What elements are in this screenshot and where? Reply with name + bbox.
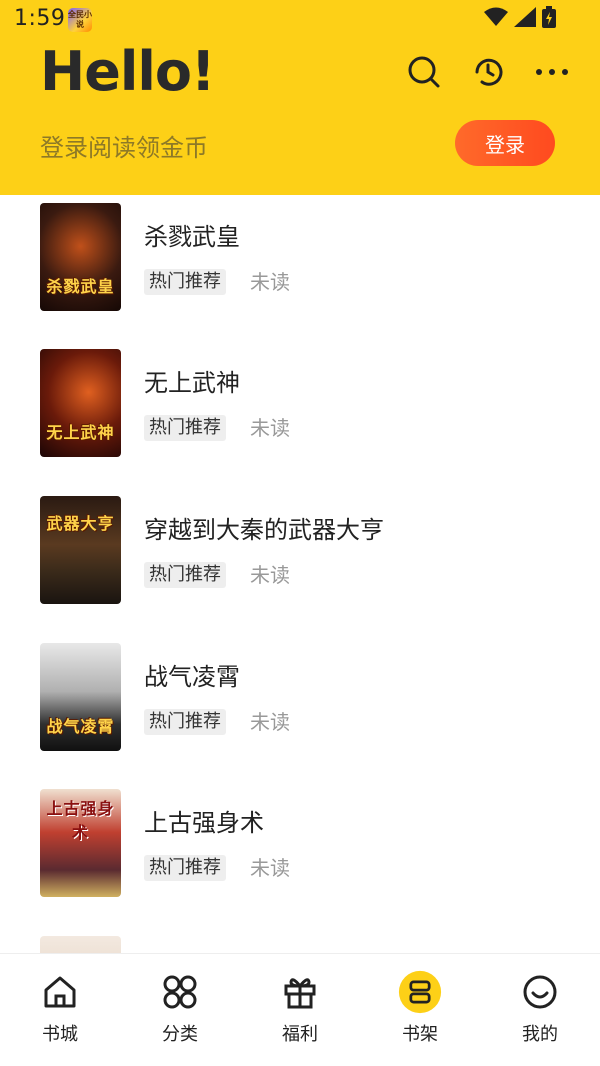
status-bar: 1:59 全民小说 [0, 0, 600, 40]
cover-title-art: 杀戮武皇 [46, 277, 115, 296]
status-time: 1:59 [14, 6, 66, 31]
bottom-navigation: 书城 分类 福利 书架 我的 [0, 953, 600, 1066]
book-cover[interactable]: 战气凌霄 [40, 643, 121, 751]
more-icon[interactable] [534, 54, 570, 90]
book-tag: 热门推荐 [144, 709, 226, 735]
book-item[interactable]: 杀戮武皇 杀戮武皇 热门推荐 未读 [0, 195, 600, 341]
read-status: 未读 [250, 563, 290, 587]
book-title[interactable]: 杀戮武皇 [144, 217, 240, 252]
book-tag: 热门推荐 [144, 269, 226, 295]
book-cover[interactable] [40, 936, 121, 953]
profile-icon [518, 970, 562, 1014]
cover-title-art: 武器大亨 [46, 514, 115, 533]
read-status: 未读 [250, 710, 290, 734]
book-cover[interactable]: 杀戮武皇 [40, 203, 121, 311]
book-cover[interactable]: 无上武神 [40, 349, 121, 457]
cover-title-art: 无上武神 [46, 423, 115, 442]
book-title[interactable]: 无上武神 [144, 363, 240, 398]
wifi-icon [484, 7, 508, 31]
history-icon[interactable] [470, 54, 506, 90]
system-icons [484, 6, 556, 32]
header: 1:59 全民小说 Hello! 登录阅读领金币 登录 [0, 0, 600, 195]
nav-item-welfare[interactable]: 福利 [240, 970, 360, 1060]
read-status: 未读 [250, 270, 290, 294]
read-status: 未读 [250, 416, 290, 440]
nav-label: 书架 [402, 1024, 438, 1045]
book-title[interactable]: 穿越到大秦的武器大亨 [144, 510, 384, 545]
book-item[interactable]: 武器大亨 穿越到大秦的武器大亨 热门推荐 未读 [0, 488, 600, 634]
cover-title-art: 战气凌霄 [46, 717, 115, 736]
nav-item-bookstore[interactable]: 书城 [0, 970, 120, 1060]
home-icon [38, 970, 82, 1014]
book-title[interactable]: 上古强身术 [144, 803, 264, 838]
book-tag: 热门推荐 [144, 562, 226, 588]
login-button[interactable]: 登录 [455, 120, 555, 166]
header-actions [406, 54, 570, 90]
cover-title-art: 上古强身术 [46, 799, 115, 842]
nav-item-bookshelf[interactable]: 书架 [360, 970, 480, 1060]
grid-icon [158, 970, 202, 1014]
book-tag: 热门推荐 [144, 855, 226, 881]
book-tag: 热门推荐 [144, 415, 226, 441]
nav-label: 书城 [42, 1024, 78, 1045]
read-status: 未读 [250, 856, 290, 880]
nav-label: 分类 [162, 1024, 198, 1045]
search-icon[interactable] [406, 54, 442, 90]
bookshelf-icon [398, 970, 442, 1014]
nav-item-category[interactable]: 分类 [120, 970, 240, 1060]
book-item[interactable] [0, 928, 600, 953]
gift-icon [278, 970, 322, 1014]
book-item[interactable]: 无上武神 无上武神 热门推荐 未读 [0, 341, 600, 487]
signal-icon [514, 7, 536, 31]
book-item[interactable]: 上古强身术 上古强身术 热门推荐 未读 [0, 781, 600, 927]
notification-app-icon: 全民小说 [68, 8, 92, 32]
battery-icon [542, 6, 556, 32]
bookshelf-list: 杀戮武皇 杀戮武皇 热门推荐 未读 无上武神 无上武神 热门推荐 未读 武器大亨… [0, 195, 600, 953]
book-item[interactable]: 战气凌霄 战气凌霄 热门推荐 未读 [0, 635, 600, 781]
nav-label: 我的 [522, 1024, 558, 1045]
nav-label: 福利 [282, 1024, 318, 1045]
book-cover[interactable]: 武器大亨 [40, 496, 121, 604]
book-title[interactable]: 战气凌霄 [144, 657, 240, 692]
greeting: Hello! [40, 40, 216, 103]
nav-item-profile[interactable]: 我的 [480, 970, 600, 1060]
login-prompt: 登录阅读领金币 [40, 134, 208, 162]
book-cover[interactable]: 上古强身术 [40, 789, 121, 897]
